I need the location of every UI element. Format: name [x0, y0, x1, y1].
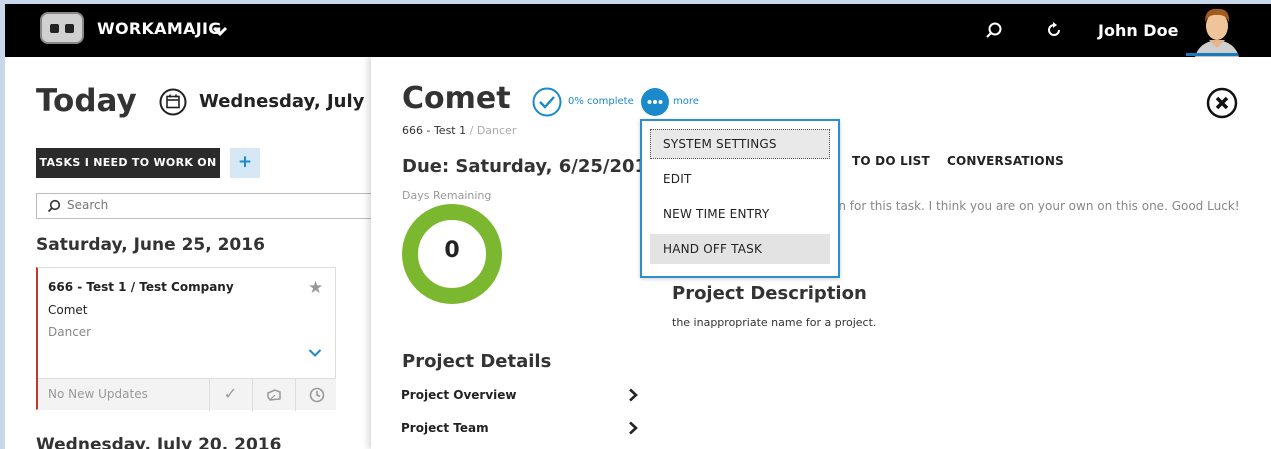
timer-button[interactable]	[295, 379, 337, 411]
eraser-icon	[266, 389, 281, 401]
days-remaining-label: Days Remaining	[402, 189, 492, 202]
task-card-updates: No New Updates	[48, 387, 148, 401]
search-input[interactable]	[67, 198, 347, 212]
app-logo-icon[interactable]	[40, 12, 84, 44]
menu-item-edit[interactable]: EDIT	[650, 164, 830, 194]
breadcrumb-task: Dancer	[476, 124, 517, 137]
task-card-name: Comet	[48, 303, 88, 317]
avatar[interactable]	[1191, 4, 1243, 57]
user-name[interactable]: John Doe	[1098, 21, 1178, 40]
more-options-menu: SYSTEM SETTINGS EDIT NEW TIME ENTRY HAND…	[640, 119, 840, 278]
project-team-link[interactable]: Project Team	[401, 421, 489, 435]
task-card-footer: No New Updates ✓	[38, 378, 337, 411]
add-task-button[interactable]: +	[230, 148, 260, 178]
percent-complete[interactable]: 0% complete	[568, 96, 634, 107]
chevron-down-icon[interactable]	[308, 348, 322, 358]
breadcrumb-separator: /	[466, 124, 477, 137]
tasks-filter-button[interactable]: TASKS I NEED TO WORK ON	[36, 148, 220, 178]
due-date: Due: Saturday, 6/25/2016	[402, 156, 660, 177]
page-title: Today	[36, 83, 137, 119]
search-icon[interactable]	[985, 21, 1003, 39]
task-title: Comet	[402, 81, 511, 116]
breadcrumb: 666 - Test 1 / Dancer	[402, 124, 516, 137]
task-notice-text: on for this task. I think you are on you…	[831, 199, 1240, 213]
task-card[interactable]: 666 - Test 1 / Test Company Comet Dancer…	[36, 267, 337, 411]
task-card-subtitle: Dancer	[48, 325, 92, 339]
tab-to-do-list[interactable]: TO DO LIST	[852, 154, 930, 168]
checkmark-icon[interactable]: ✓	[209, 379, 251, 411]
more-options-icon[interactable]	[640, 87, 670, 117]
menu-item-hand-off-task[interactable]: HAND OFF TASK	[650, 234, 830, 264]
log-time-button[interactable]	[252, 379, 294, 411]
chevron-right-icon[interactable]	[627, 388, 639, 402]
more-link[interactable]: more	[673, 96, 699, 107]
complete-check-icon[interactable]	[532, 87, 562, 117]
app-name[interactable]: WORKAMAJIG	[97, 19, 222, 38]
breadcrumb-project[interactable]: 666 - Test 1	[402, 124, 466, 137]
tab-conversations[interactable]: CONVERSATIONS	[947, 154, 1064, 168]
close-icon[interactable]	[1206, 87, 1238, 119]
project-overview-link[interactable]: Project Overview	[401, 388, 516, 402]
calendar-icon[interactable]	[159, 88, 187, 116]
group-date-heading: Wednesday, July 20, 2016	[36, 435, 282, 449]
project-description-heading: Project Description	[672, 283, 867, 304]
refresh-icon[interactable]	[1045, 21, 1063, 39]
top-bar: WORKAMAJIG John Doe	[5, 4, 1271, 57]
star-icon[interactable]: ★	[308, 278, 323, 298]
menu-item-new-time-entry[interactable]: NEW TIME ENTRY	[650, 199, 830, 229]
search-box[interactable]	[36, 193, 376, 219]
project-description-text: the inappropriate name for a project.	[672, 316, 877, 329]
days-remaining-value: 0	[444, 238, 460, 263]
menu-item-system-settings[interactable]: SYSTEM SETTINGS	[650, 129, 830, 159]
task-card-title: 666 - Test 1 / Test Company	[48, 280, 234, 294]
today-panel: Today Wednesday, July 27, TASKS I NEED T…	[5, 57, 403, 449]
chevron-down-icon[interactable]	[212, 24, 228, 40]
clock-icon	[309, 387, 324, 403]
avatar-underline	[1186, 53, 1238, 56]
project-details-heading: Project Details	[402, 351, 552, 372]
search-icon	[47, 199, 61, 213]
chevron-right-icon[interactable]	[627, 421, 639, 435]
group-date-heading: Saturday, June 25, 2016	[36, 235, 265, 255]
